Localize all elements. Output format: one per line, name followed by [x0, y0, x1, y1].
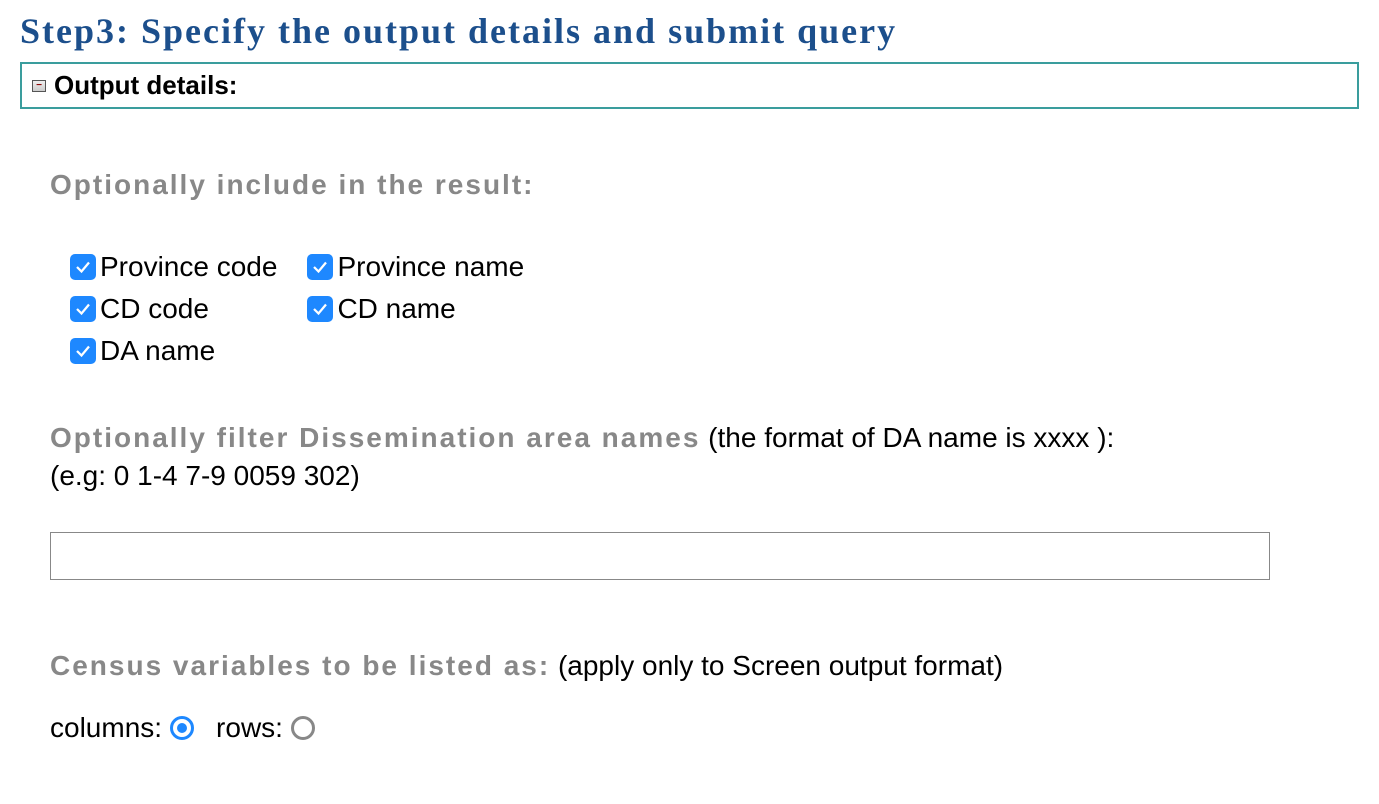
filter-example: (e.g: 0 1-4 7-9 0059 302) — [50, 460, 1329, 492]
checkbox-label: Province name — [337, 251, 524, 283]
filter-label-line: Optionally filter Dissemination area nam… — [50, 422, 1329, 454]
checkbox-cd-name[interactable]: CD name — [307, 293, 455, 325]
output-details-content: Optionally include in the result: Provin… — [20, 109, 1359, 794]
radio-columns[interactable] — [170, 716, 194, 740]
collapse-icon[interactable] — [32, 80, 46, 92]
include-checkbox-grid: Province code Province name CD code — [70, 241, 554, 377]
checkmark-icon — [70, 254, 96, 280]
checkmark-icon — [70, 338, 96, 364]
checkbox-label: CD name — [337, 293, 455, 325]
step-title: Step3: Specify the output details and su… — [20, 10, 1359, 52]
checkbox-label: DA name — [100, 335, 215, 367]
checkbox-province-name[interactable]: Province name — [307, 251, 524, 283]
checkmark-icon — [70, 296, 96, 322]
checkbox-province-code[interactable]: Province code — [70, 251, 277, 283]
checkmark-icon — [307, 254, 333, 280]
census-section: Census variables to be listed as: (apply… — [50, 650, 1329, 744]
radio-columns-label: columns: — [50, 712, 162, 744]
filter-section: Optionally filter Dissemination area nam… — [50, 422, 1329, 620]
census-label-line: Census variables to be listed as: (apply… — [50, 650, 1329, 682]
filter-input[interactable] — [50, 532, 1270, 580]
radio-rows-label: rows: — [216, 712, 283, 744]
filter-label: Optionally filter Dissemination area nam… — [50, 422, 700, 453]
checkbox-cd-code[interactable]: CD code — [70, 293, 209, 325]
census-radio-row: columns: rows: — [50, 712, 1329, 744]
census-hint: (apply only to Screen output format) — [550, 650, 1003, 681]
output-details-label: Output details: — [54, 70, 237, 101]
checkbox-label: Province code — [100, 251, 277, 283]
radio-rows[interactable] — [291, 716, 315, 740]
checkmark-icon — [307, 296, 333, 322]
checkbox-da-name[interactable]: DA name — [70, 335, 215, 367]
output-details-header: Output details: — [20, 62, 1359, 109]
filter-hint: (the format of DA name is xxxx ): — [700, 422, 1114, 453]
include-section-label: Optionally include in the result: — [50, 169, 1329, 201]
checkbox-label: CD code — [100, 293, 209, 325]
census-label: Census variables to be listed as: — [50, 650, 550, 681]
